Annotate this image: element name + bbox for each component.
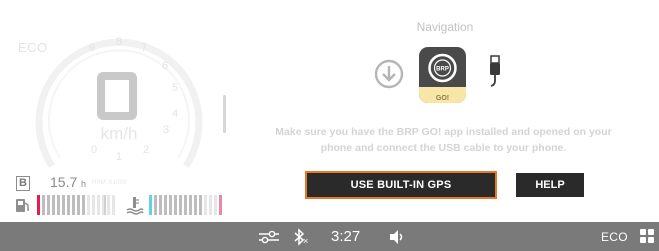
app-label: GO! — [435, 95, 450, 102]
status-bar: × 3:27 ECO — [0, 222, 659, 251]
scale-mark: 2 — [143, 144, 150, 156]
panel-divider — [223, 95, 226, 133]
scale-mark: 5 — [172, 82, 179, 94]
help-button[interactable]: HELP — [516, 173, 584, 197]
brp-go-app-icon: BRP GO! — [419, 47, 466, 103]
speed-unit: km/h — [100, 124, 138, 143]
scale-mark: 0 — [91, 144, 98, 156]
panel-title: Navigation — [416, 20, 474, 34]
fuel-bank-badge: B — [16, 176, 30, 191]
usb-cable-icon — [490, 55, 500, 87]
bluetooth-off-mark: × — [303, 236, 309, 246]
fuel-pump-icon — [16, 199, 29, 212]
drive-mode-label: ECO — [18, 40, 48, 55]
clock: 3:27 — [331, 228, 361, 245]
volume-icon[interactable] — [388, 228, 406, 246]
rpm-scale-label: RPM X1000 — [92, 180, 128, 186]
scale-mark: 6 — [162, 60, 169, 72]
scale-mark: 7 — [141, 42, 148, 54]
fuel-hours-value: 15.7 — [50, 174, 78, 190]
fuel-hours-unit: h — [81, 179, 87, 189]
drive-mode-indicator[interactable]: ECO — [601, 230, 628, 244]
use-built-in-gps-button[interactable]: USE BUILT-IN GPS — [305, 171, 497, 199]
speed-digit — [97, 72, 137, 120]
settings-toggle-icon[interactable] — [258, 230, 280, 244]
coolant-temp-gauge — [149, 195, 222, 215]
scale-mark: 8 — [116, 36, 123, 48]
svg-text:BRP: BRP — [436, 67, 449, 73]
scale-mark: 4 — [172, 108, 179, 120]
instruction-text: Make sure you have the BRP GO! app insta… — [275, 126, 612, 154]
app-grid-icon[interactable] — [640, 229, 654, 243]
scale-mark: 9 — [89, 42, 96, 54]
scale-mark: 3 — [163, 124, 170, 136]
coolant-temp-icon — [126, 197, 144, 215]
speedometer-panel: ECO 0 1 2 3 4 5 6 7 8 9 km/h RPM X1000 B… — [0, 0, 226, 222]
download-icon — [374, 59, 404, 89]
scale-mark: 1 — [116, 151, 123, 163]
